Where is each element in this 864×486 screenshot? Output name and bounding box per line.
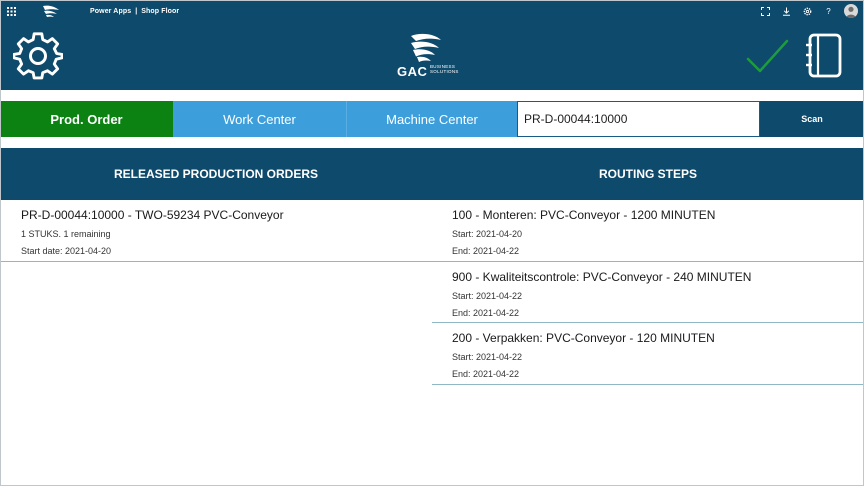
app-bar: Power Apps | Shop Floor ?	[0, 0, 864, 22]
checkmark-icon[interactable]	[745, 37, 790, 77]
list-item[interactable]: 100 - Monteren: PVC-Conveyor - 1200 MINU…	[432, 200, 864, 262]
app-logo-icon	[42, 4, 60, 18]
filter-tabs: Prod. Order Work Center Machine Center S…	[0, 101, 864, 137]
step-start: Start: 2021-04-20	[452, 229, 523, 239]
routing-steps-heading: ROUTING STEPS	[598, 167, 697, 181]
app-title: Power Apps | Shop Floor	[90, 8, 179, 15]
gear-icon[interactable]	[12, 31, 64, 81]
app-bar-actions: ?	[755, 0, 864, 22]
help-label: ?	[826, 6, 831, 16]
brand-subtitle: BUSINESS SOLUTIONS	[430, 64, 459, 74]
tab-work-center[interactable]: Work Center	[173, 101, 346, 137]
app-name: Power Apps	[90, 7, 132, 15]
order-quantity: 1 STUKS. 1 remaining	[21, 229, 111, 239]
help-icon[interactable]: ?	[818, 0, 839, 22]
scan-input[interactable]	[517, 101, 760, 137]
scan-button[interactable]: Scan	[760, 101, 864, 137]
tab-prod-order[interactable]: Prod. Order	[0, 101, 173, 137]
step-title: 100 - Monteren: PVC-Conveyor - 1200 MINU…	[452, 208, 716, 222]
column-headers: RELEASED PRODUCTION ORDERS ROUTING STEPS	[0, 148, 864, 200]
title-separator: |	[135, 7, 138, 15]
screen-name: Shop Floor	[141, 7, 180, 15]
download-icon[interactable]	[776, 0, 797, 22]
waffle-icon[interactable]	[0, 0, 22, 22]
order-start-date: Start date: 2021-04-20	[21, 246, 112, 256]
brand-sub-line-2: SOLUTIONS	[430, 69, 459, 74]
step-end: End: 2021-04-22	[452, 369, 520, 379]
brand-name: GAC	[397, 64, 428, 79]
step-end: End: 2021-04-22	[452, 307, 520, 318]
step-title: 200 - Verpakken: PVC-Conveyor - 120 MINU…	[452, 331, 715, 345]
tab-machine-center[interactable]: Machine Center	[346, 101, 517, 137]
list-item[interactable]: 200 - Verpakken: PVC-Conveyor - 120 MINU…	[432, 323, 864, 385]
fit-screen-icon[interactable]	[755, 0, 776, 22]
step-start: Start: 2021-04-22	[452, 352, 523, 362]
step-title: 900 - Kwaliteitscontrole: PVC-Conveyor -…	[452, 269, 752, 284]
order-title: PR-D-00044:10000 - TWO-59234 PVC-Conveyo…	[21, 208, 284, 222]
header-bar: GAC BUSINESS SOLUTIONS	[0, 22, 864, 90]
list-item[interactable]: PR-D-00044:10000 - TWO-59234 PVC-Conveyo…	[0, 200, 432, 262]
notebook-icon[interactable]	[805, 33, 845, 79]
list-item[interactable]: 900 - Kwaliteitscontrole: PVC-Conveyor -…	[432, 262, 864, 323]
step-end: End: 2021-04-22	[452, 246, 520, 256]
brand-wing-icon	[411, 33, 441, 62]
brand-logo: GAC BUSINESS SOLUTIONS	[397, 32, 469, 80]
step-start: Start: 2021-04-22	[452, 290, 523, 301]
settings-icon[interactable]	[797, 0, 818, 22]
released-orders-heading: RELEASED PRODUCTION ORDERS	[113, 167, 319, 181]
avatar[interactable]	[844, 4, 858, 18]
orders-list: PR-D-00044:10000 - TWO-59234 PVC-Conveyo…	[0, 200, 432, 262]
routing-steps-list: 100 - Monteren: PVC-Conveyor - 1200 MINU…	[432, 200, 864, 385]
